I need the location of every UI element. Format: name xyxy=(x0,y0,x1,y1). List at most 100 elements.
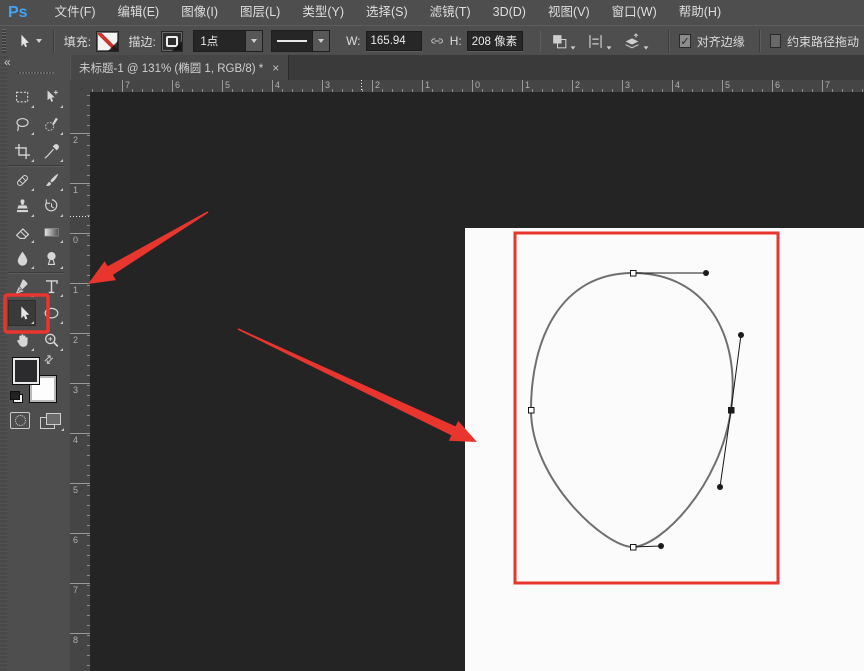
path-selection-arrow-icon xyxy=(21,34,29,47)
document-tab-title: 未标题-1 @ 131% (椭圆 1, RGB/8) * xyxy=(79,62,264,75)
stroke-caret-icon xyxy=(172,40,183,51)
menu-layer[interactable]: 图层(L) xyxy=(229,0,291,25)
ruler-major-tick xyxy=(70,283,90,284)
ruler-major-tick xyxy=(70,133,90,134)
stroke-width-value: 1点 xyxy=(200,36,219,48)
ruler-major-tick xyxy=(222,80,223,92)
separator xyxy=(758,30,761,52)
stroke-style-dropdown[interactable] xyxy=(271,30,331,52)
align-edges-checkbox[interactable]: ✓ xyxy=(679,34,691,48)
shape-height-input[interactable]: 208 像素 xyxy=(466,31,523,51)
ruler-label: 1 xyxy=(73,285,79,295)
menu-bar: Ps 文件(F) 编辑(E) 图像(I) 图层(L) 类型(Y) 选择(S) 滤镜(T) 3D… xyxy=(0,0,864,26)
ruler-major-tick xyxy=(522,80,523,92)
path-operations-button[interactable] xyxy=(550,32,576,51)
stroke-style-caret-button[interactable] xyxy=(312,31,330,51)
path-alignment-button[interactable] xyxy=(586,32,612,51)
type-tool[interactable] xyxy=(37,273,65,299)
clone-stamp-tool[interactable] xyxy=(8,193,36,219)
ruler-label: 2 xyxy=(73,135,79,145)
history-brush-tool[interactable] xyxy=(37,193,65,219)
lasso-tool[interactable] xyxy=(8,111,36,137)
ruler-label: 1 xyxy=(73,185,79,195)
ruler-major-tick xyxy=(70,333,90,334)
path-selection-tool[interactable] xyxy=(8,300,36,326)
menu-edit[interactable]: 编辑(E) xyxy=(107,0,171,25)
brush-icon xyxy=(45,173,58,186)
close-tab-icon[interactable]: × xyxy=(272,62,279,74)
ruler-label: 0 xyxy=(73,235,79,245)
ruler-label: 7 xyxy=(73,585,79,595)
stroke-color-swatch[interactable] xyxy=(160,30,184,52)
quick-mask-circle-icon xyxy=(14,415,26,426)
stroke-width-caret-button[interactable] xyxy=(245,31,263,51)
ruler-major-tick xyxy=(322,80,323,92)
canvas-area[interactable] xyxy=(90,92,864,671)
ruler-major-tick xyxy=(672,80,673,92)
eyedropper-tool[interactable] xyxy=(37,138,65,164)
path-operations-icon xyxy=(553,34,567,48)
options-bar-grip-icon[interactable] xyxy=(2,29,6,53)
menu-filter[interactable]: 滤镜(T) xyxy=(419,0,482,25)
menu-image[interactable]: 图像(I) xyxy=(170,0,229,25)
path-arrangement-button[interactable] xyxy=(622,32,649,51)
document-tab-bar: 未标题-1 @ 131% (椭圆 1, RGB/8) * × xyxy=(70,55,864,81)
pen-tool[interactable] xyxy=(8,273,36,299)
gradient-icon xyxy=(43,227,59,236)
blur-tool[interactable] xyxy=(8,245,36,271)
ruler-major-tick xyxy=(70,233,90,234)
link-dimensions-icon[interactable] xyxy=(430,34,444,48)
ruler-major-tick xyxy=(572,80,573,92)
pen-icon xyxy=(15,278,28,294)
menu-3d[interactable]: 3D(D) xyxy=(482,0,537,25)
path-selection-icon xyxy=(20,305,29,319)
document-tab[interactable]: 未标题-1 @ 131% (椭圆 1, RGB/8) * × xyxy=(70,55,290,80)
quick-selection-tool[interactable] xyxy=(37,111,65,137)
rectangular-marquee-tool[interactable] xyxy=(8,84,36,110)
eraser-tool[interactable] xyxy=(8,219,36,245)
menu-file[interactable]: 文件(F) xyxy=(44,0,107,25)
move-icon xyxy=(47,89,58,102)
menu-window[interactable]: 窗口(W) xyxy=(601,0,668,25)
ruler-label: 2 xyxy=(73,335,79,345)
shape-width-input[interactable]: 165.94 xyxy=(365,31,422,51)
gradient-tool[interactable] xyxy=(37,219,65,245)
crop-tool[interactable] xyxy=(8,138,36,164)
menu-type[interactable]: 类型(Y) xyxy=(291,0,355,25)
menu-select[interactable]: 选择(S) xyxy=(355,0,419,25)
quick-mask-button[interactable] xyxy=(10,412,30,429)
ellipse-shape-tool[interactable] xyxy=(37,300,65,326)
menu-help[interactable]: 帮助(H) xyxy=(668,0,732,25)
dodge-tool[interactable] xyxy=(37,245,65,271)
rectangular-marquee-icon xyxy=(15,91,28,102)
ruler-cursor-marker xyxy=(361,80,362,92)
tool-preset-picker[interactable] xyxy=(14,33,42,50)
screen-mode-button[interactable] xyxy=(40,413,64,431)
clone-stamp-icon xyxy=(16,198,28,212)
zoom-tool[interactable] xyxy=(37,327,65,353)
default-colors-icon[interactable] xyxy=(10,391,23,403)
path-alignment-icon xyxy=(589,34,603,48)
swap-colors-icon[interactable]: ⇄ xyxy=(41,352,56,367)
fill-color-swatch[interactable] xyxy=(96,30,119,52)
ruler-major-tick xyxy=(622,80,623,92)
constrain-path-drag-checkbox[interactable] xyxy=(769,34,781,48)
brush-tool[interactable] xyxy=(37,167,65,193)
vertical-ruler[interactable]: 2 1 0 1 2 3 4 5 6 7 8 xyxy=(70,92,91,671)
stroke-width-dropdown[interactable]: 1点 xyxy=(193,30,264,52)
foreground-color-swatch[interactable] xyxy=(12,357,40,385)
toolbar-grip-icon[interactable] xyxy=(18,72,54,74)
collapse-panel-icon[interactable]: « xyxy=(4,56,11,68)
ruler-label: 6 xyxy=(175,80,181,90)
path-operations-caret-icon xyxy=(571,45,576,50)
move-tool[interactable] xyxy=(37,84,65,110)
document-canvas[interactable] xyxy=(465,228,864,671)
panel-dock-edge xyxy=(0,55,7,671)
hand-tool[interactable] xyxy=(8,327,36,353)
menu-view[interactable]: 视图(V) xyxy=(537,0,601,25)
ruler-major-tick xyxy=(70,633,90,634)
ruler-label: 6 xyxy=(73,535,79,545)
spot-healing-brush-tool[interactable] xyxy=(8,167,36,193)
ruler-major-tick xyxy=(70,183,90,184)
ruler-label: 4 xyxy=(73,435,79,445)
